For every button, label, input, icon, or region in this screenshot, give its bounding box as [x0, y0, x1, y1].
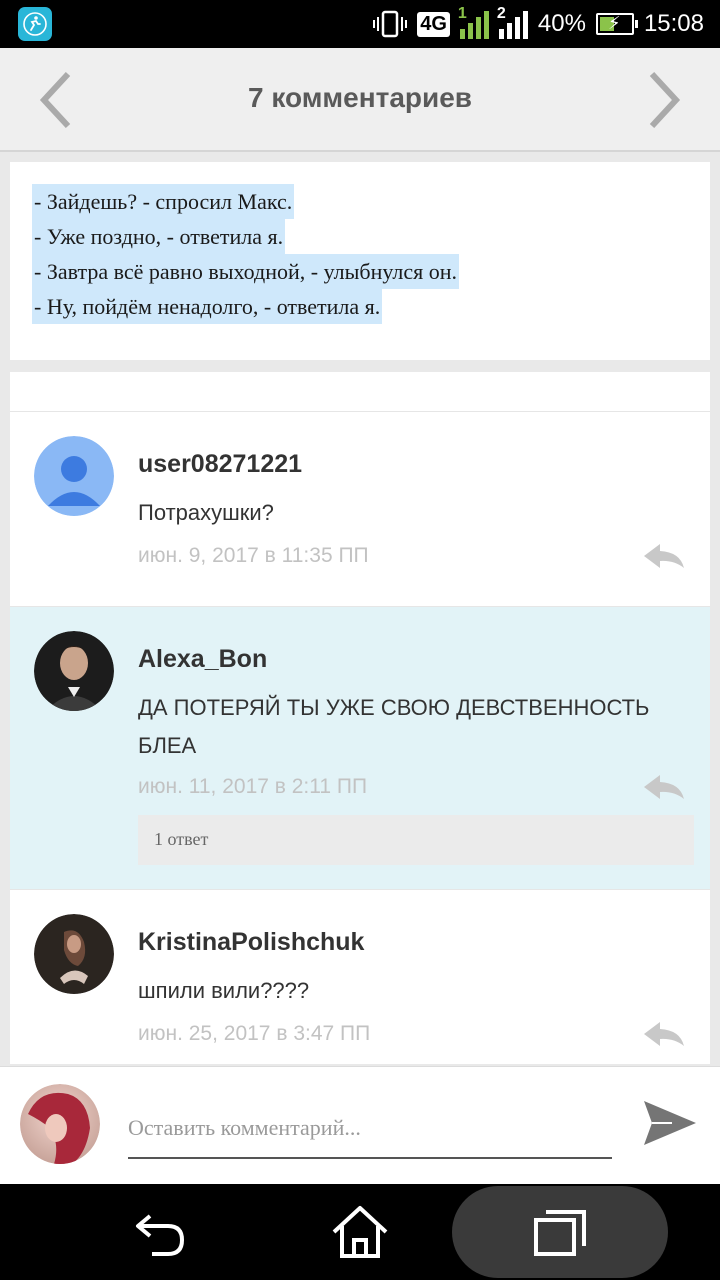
reply-icon[interactable]: [642, 1020, 686, 1050]
page-title: 7 комментариев: [247, 82, 473, 113]
home-icon[interactable]: [330, 1202, 390, 1262]
post-line: - Зайдешь? - спросил Макс.: [32, 184, 295, 219]
comment-date: июн. 11, 2017 в 2:11 ПП: [138, 775, 368, 798]
comments-top-gap: [10, 372, 710, 412]
recents-icon[interactable]: [530, 1202, 590, 1262]
replies-toggle[interactable]: 1 ответ: [138, 815, 694, 865]
comments-list[interactable]: user08271221 Потрахушки? июн. 9, 2017 в …: [10, 372, 710, 1064]
signal-icon: 2: [497, 5, 528, 39]
network-type: 4G: [417, 11, 450, 37]
default-user-icon[interactable]: [34, 436, 114, 516]
photo-avatar[interactable]: [34, 631, 114, 711]
status-bar: 4G 1 2 40% ⚡ 15:08: [0, 0, 720, 48]
header: 7 комментариев: [0, 48, 720, 152]
running-app-icon: [18, 7, 52, 41]
battery-charging-icon: ⚡: [595, 13, 638, 35]
comment-item[interactable]: KristinaPolishchuk шпили вили???? июн. 2…: [10, 890, 710, 1064]
clock: 15:08: [643, 10, 704, 37]
comment-date: июн. 25, 2017 в 3:47 ПП: [138, 1022, 371, 1045]
comment-author[interactable]: Alexa_Bon: [138, 645, 267, 674]
vibrate-icon: [373, 10, 408, 38]
comment-item[interactable]: user08271221 Потрахушки? июн. 9, 2017 в …: [10, 412, 710, 607]
battery-percent: 40%: [537, 10, 586, 37]
signal-icon: 1: [458, 5, 489, 39]
send-icon[interactable]: [642, 1095, 698, 1151]
comment-item[interactable]: Alexa_Bon ДА ПОТЕРЯЙ ТЫ УЖЕ СВОЮ ДЕВСТВЕ…: [10, 607, 710, 890]
post-line: - Уже поздно, - ответила я.: [32, 219, 286, 254]
post-line: - Завтра всё равно выходной, - улыбнулся…: [32, 254, 460, 289]
reply-icon[interactable]: [642, 773, 686, 803]
comment-author[interactable]: KristinaPolishchuk: [138, 928, 364, 957]
photo-avatar[interactable]: [34, 914, 114, 994]
current-user-avatar: [20, 1084, 100, 1164]
reply-icon[interactable]: [642, 542, 686, 572]
system-nav-bar: [0, 1184, 720, 1280]
comment-composer: [0, 1066, 720, 1184]
comment-author[interactable]: user08271221: [138, 450, 302, 479]
comment-date: июн. 9, 2017 в 11:35 ПП: [138, 544, 369, 567]
comment-text: шпили вили????: [138, 978, 310, 1003]
comment-input[interactable]: [128, 1107, 612, 1159]
back-icon[interactable]: [130, 1202, 190, 1262]
comment-text: ДА ПОТЕРЯЙ ТЫ УЖЕ СВОЮ ДЕВСТВЕННОСТЬ БЛЕ…: [138, 695, 650, 758]
comment-text: Потрахушки?: [138, 500, 274, 525]
post-line: - Ну, пойдём ненадолго, - ответила я.: [32, 289, 383, 324]
chevron-right-icon[interactable]: [644, 70, 684, 130]
post-excerpt: - Зайдешь? - спросил Макс. - Уже поздно,…: [10, 162, 710, 360]
